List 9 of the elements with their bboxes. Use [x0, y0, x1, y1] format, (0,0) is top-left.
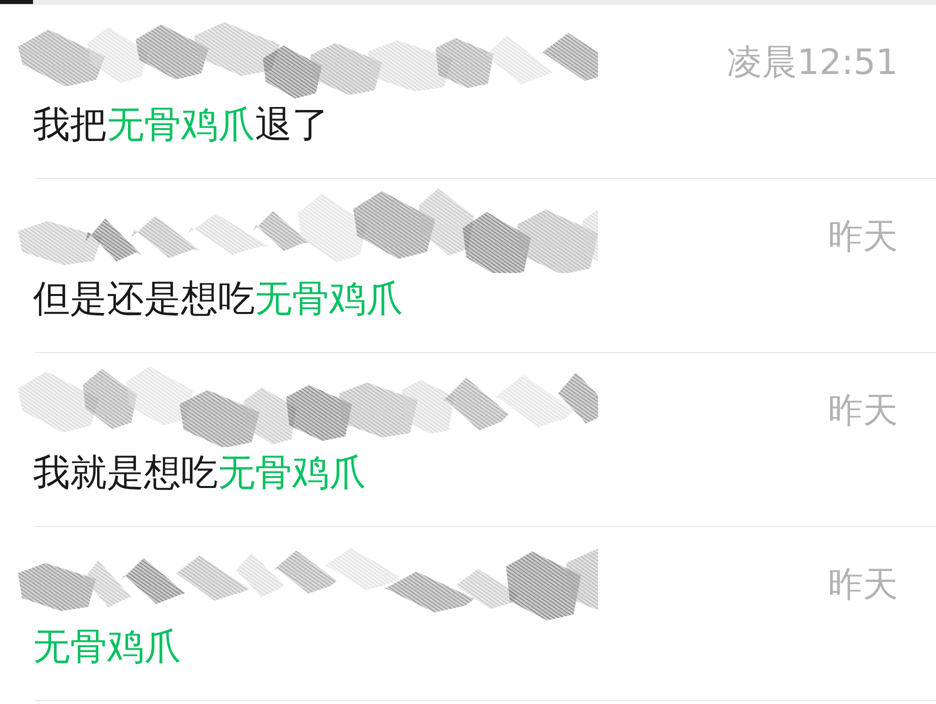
message-time: 昨天	[828, 564, 898, 607]
message-preview: 但是还是想吃无骨鸡爪	[33, 277, 403, 321]
message-preview: 无骨鸡爪	[33, 625, 181, 669]
message-time: 凌晨12:51	[727, 42, 898, 85]
message-preview: 我把无骨鸡爪退了	[33, 103, 329, 147]
message-time: 昨天	[828, 216, 898, 259]
edge-indicator	[0, 0, 33, 4]
message-time: 昨天	[828, 390, 898, 433]
message-preview: 我就是想吃无骨鸡爪	[33, 451, 366, 495]
